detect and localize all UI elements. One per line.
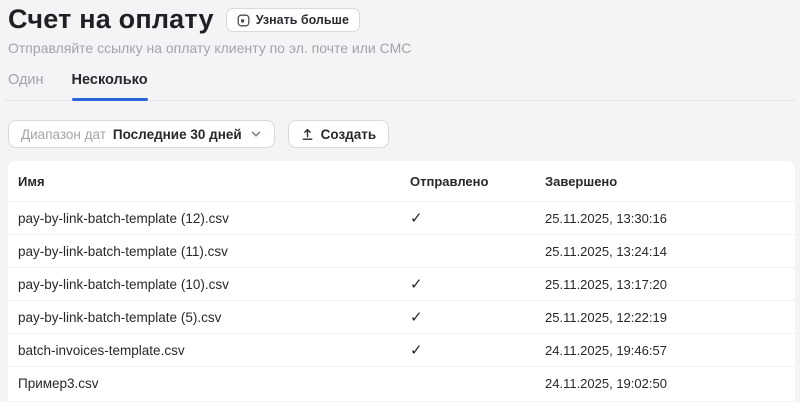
date-range-value: Последние 30 дней [113, 127, 242, 142]
file-name: batch-invoices-template.csv [8, 343, 410, 358]
tabs-bar: Один Несколько [4, 71, 796, 101]
table-row[interactable]: pay-by-link-batch-template (10).csv ✓ 25… [8, 267, 795, 300]
table-row[interactable]: batch-invoices-template.csv ✓ 24.11.2025… [8, 333, 795, 366]
learn-more-button[interactable]: Узнать больше [226, 8, 360, 32]
learn-more-label: Узнать больше [256, 13, 349, 27]
completed-timestamp: 24.11.2025, 19:02:50 [545, 376, 795, 391]
sent-check-icon: ✓ [410, 308, 545, 326]
date-range-dropdown[interactable]: Диапазон дат Последние 30 дней [8, 120, 275, 148]
page-header: Счет на оплату Узнать больше Отправляйте… [0, 0, 800, 56]
completed-timestamp: 25.11.2025, 12:22:19 [545, 310, 795, 325]
sent-check-icon: ✓ [410, 209, 545, 227]
file-name: pay-by-link-batch-template (5).csv [8, 310, 410, 325]
sent-check-icon: ✓ [410, 275, 545, 293]
column-header-completed: Завершено [545, 174, 795, 189]
toolbar: Диапазон дат Последние 30 дней Создать [8, 120, 800, 148]
column-header-name: Имя [8, 174, 410, 189]
create-button-label: Создать [321, 127, 377, 142]
date-range-label: Диапазон дат [21, 127, 106, 142]
completed-timestamp: 25.11.2025, 13:30:16 [545, 211, 795, 226]
page-title: Счет на оплату [8, 3, 214, 35]
file-name: pay-by-link-batch-template (11).csv [8, 244, 410, 259]
column-header-sent: Отправлено [410, 174, 545, 189]
completed-timestamp: 25.11.2025, 13:24:14 [545, 244, 795, 259]
tab-multiple[interactable]: Несколько [72, 71, 148, 100]
page-subtitle: Отправляйте ссылку на оплату клиенту по … [8, 40, 800, 56]
upload-icon [301, 128, 314, 141]
table-row[interactable]: pay-by-link-batch-template (12).csv ✓ 25… [8, 201, 795, 234]
table-row[interactable]: Пример3.csv 24.11.2025, 19:02:50 [8, 366, 795, 399]
article-icon [237, 14, 250, 27]
completed-timestamp: 25.11.2025, 13:17:20 [545, 277, 795, 292]
batches-table-card: Имя Отправлено Завершено pay-by-link-bat… [8, 161, 795, 401]
title-row: Счет на оплату Узнать больше [8, 3, 800, 35]
completed-timestamp: 24.11.2025, 19:46:57 [545, 343, 795, 358]
file-name: pay-by-link-batch-template (10).csv [8, 277, 410, 292]
chevron-down-icon [250, 128, 262, 140]
table-row[interactable]: pay-by-link-batch-template (11).csv 25.1… [8, 234, 795, 267]
table-row[interactable]: pay-by-link-batch-template (5).csv ✓ 25.… [8, 300, 795, 333]
file-name: Пример3.csv [8, 376, 410, 391]
table-header-row: Имя Отправлено Завершено [8, 161, 795, 201]
create-button[interactable]: Создать [288, 120, 390, 148]
file-name: pay-by-link-batch-template (12).csv [8, 211, 410, 226]
tab-single[interactable]: Один [8, 71, 44, 100]
sent-check-icon: ✓ [410, 341, 545, 359]
invoice-page: Счет на оплату Узнать больше Отправляйте… [0, 0, 800, 402]
